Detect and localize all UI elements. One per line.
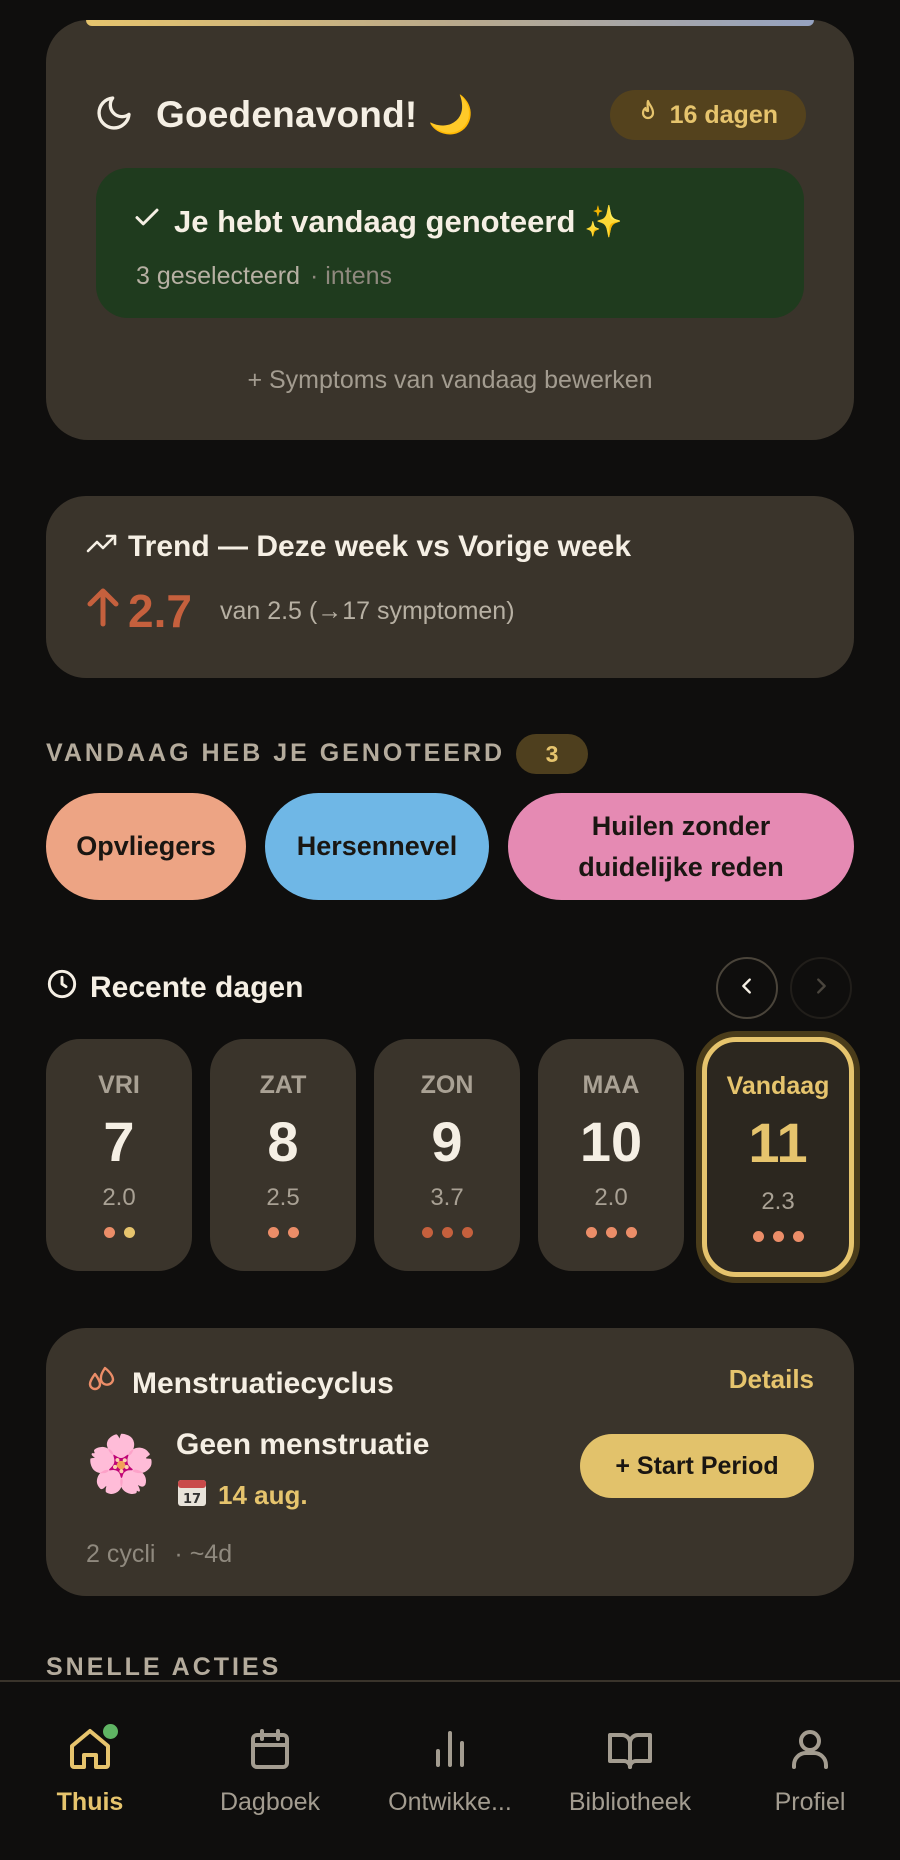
next-days-button[interactable] [790,957,852,1019]
trend-title: Trend — Deze week vs Vorige week [128,530,631,563]
arrow-up-icon [86,584,120,638]
day-name: ZON [420,1071,474,1099]
quick-actions-label: SNELLE ACTIES [46,1653,282,1681]
day-intensity-dots [210,1227,356,1238]
day-score: 2.3 [761,1188,795,1215]
nav-label: Ontwikke... [388,1788,512,1816]
day-score: 3.7 [430,1184,464,1211]
cycle-title: Menstruatiecyclus [132,1367,394,1400]
today-logged-count: 3 [516,734,588,774]
check-icon [132,202,162,240]
trend-card[interactable]: Trend — Deze week vs Vorige week 2.7 van… [46,496,854,678]
day-card[interactable]: ZAT 8 2.5 [210,1039,356,1271]
nav-profile[interactable]: Profiel [725,1726,895,1817]
day-name: VRI [98,1071,140,1099]
day-intensity-dots [538,1227,684,1238]
trend-title-row: Trend — Deze week vs Vorige week [86,530,631,564]
logged-count: 3 geselecteerd [136,262,301,290]
trend-detail: van 2.5 (→17 symptomen) [219,596,515,625]
clock-icon [46,968,78,1008]
flower-icon: 🌸 [86,1432,156,1495]
previous-days-button[interactable] [716,957,778,1019]
edit-symptoms-link[interactable]: + Symptoms van vandaag bewerken [46,366,854,395]
trend-value: 2.7 [86,584,192,638]
streak-badge[interactable]: 16 dagen [609,90,806,140]
logged-today-box[interactable]: Je hebt vandaag genoteerd ✨ 3 geselectee… [96,168,804,318]
calendar-icon [246,1725,294,1778]
droplets-icon [86,1364,116,1404]
nav-home[interactable]: Thuis [5,1724,175,1817]
day-number: 11 [748,1111,808,1174]
chevron-left-icon [736,975,758,1002]
cycle-count: 2 cycli [86,1540,156,1568]
cycle-meta: 2 cycli · ~4d [86,1540,232,1569]
nav-label: Bibliotheek [568,1788,692,1816]
day-intensity-dots [374,1227,520,1238]
cycle-date: 14 aug. [218,1480,308,1510]
day-card[interactable]: ZON 9 3.7 [374,1039,520,1271]
nav-diary[interactable]: Dagboek [185,1726,355,1817]
nav-library[interactable]: Bibliotheek [545,1726,715,1817]
cycle-status: Geen menstruatie [176,1428,430,1461]
greeting-title-row: Goedenavond! 🌙 [94,93,474,138]
logged-title: Je hebt vandaag genoteerd ✨ [174,203,623,239]
nav-label: Profiel [774,1788,846,1816]
recent-days-title-row: Recente dagen [46,968,303,1008]
home-screen: Goedenavond! 🌙 16 dagen Je hebt vandaag … [0,0,900,1860]
day-name: ZAT [259,1071,307,1099]
chevron-right-icon [810,975,832,1002]
notification-dot [103,1724,118,1739]
logged-title-row: Je hebt vandaag genoteerd ✨ [132,202,623,240]
symptom-chip-opvliegers[interactable]: Opvliegers [46,793,246,900]
trend-number: 2.7 [128,585,192,637]
day-card-today[interactable]: Vandaag 11 2.3 [702,1037,854,1277]
book-open-icon [605,1725,655,1778]
today-logged-label: VANDAAG HEB JE GENOTEERD [46,739,506,767]
svg-text:17: 17 [183,1492,201,1507]
user-icon [786,1725,834,1778]
bottom-navigation: Thuis Dagboek Ontwikke... Bibliotheek Pr… [0,1680,900,1860]
card-accent-line [86,20,814,26]
trending-up-icon [86,530,118,564]
cycle-title-row: Menstruatiecyclus [86,1364,394,1404]
flame-icon [636,99,660,132]
logged-meta: 3 geselecteerd · intens [136,262,392,291]
start-period-button[interactable]: + Start Period [580,1434,814,1498]
day-number: 10 [579,1110,643,1173]
symptom-chip-hersennevel[interactable]: Hersennevel [265,793,489,900]
day-card[interactable]: VRI 7 2.0 [46,1039,192,1271]
calendar-icon: 17 [176,1476,208,1515]
day-number: 8 [267,1110,299,1173]
day-score: 2.5 [266,1184,300,1211]
greeting-card: Goedenavond! 🌙 16 dagen Je hebt vandaag … [46,20,854,440]
symptom-chip-huilen[interactable]: Huilen zonder duidelijke reden [508,793,854,900]
day-card[interactable]: MAA 10 2.0 [538,1039,684,1271]
nav-label: Dagboek [219,1788,321,1816]
logged-intensity: · intens [310,262,392,290]
greeting-header: Goedenavond! 🌙 16 dagen [94,70,806,160]
day-name: Vandaag [726,1072,830,1100]
cycle-length: · ~4d [174,1540,233,1568]
cycle-details-link[interactable]: Details [729,1364,814,1395]
nav-label: Thuis [56,1788,124,1816]
day-score: 2.0 [102,1184,136,1211]
nav-progress[interactable]: Ontwikke... [365,1726,535,1817]
day-name: MAA [582,1071,640,1099]
day-number: 7 [103,1110,135,1173]
day-score: 2.0 [594,1184,628,1211]
recent-days-title: Recente dagen [90,971,304,1004]
cycle-date-row: 17 14 aug. [176,1476,308,1515]
greeting-title: Goedenavond! 🌙 [156,93,475,135]
cycle-card: Menstruatiecyclus Details 🌸 Geen menstru… [46,1328,854,1596]
day-intensity-dots [46,1227,192,1238]
streak-label: 16 dagen [669,100,778,129]
day-intensity-dots [707,1231,849,1242]
trend-row: 2.7 van 2.5 (→17 symptomen) [86,584,515,638]
bar-chart-icon [426,1725,474,1778]
day-number: 9 [431,1110,463,1173]
moon-icon [94,93,134,138]
